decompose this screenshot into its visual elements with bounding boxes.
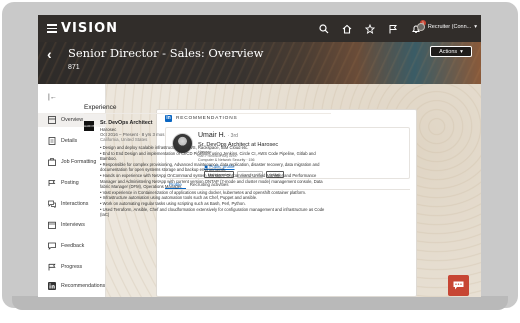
laptop-base	[12, 296, 508, 310]
chat-button[interactable]	[448, 275, 469, 296]
requisition-number: 871	[68, 64, 80, 71]
sidebar-item-job-formatting[interactable]: Job Formatting	[38, 155, 106, 169]
menu-icon[interactable]	[47, 24, 57, 33]
avatar	[416, 23, 425, 31]
search-icon[interactable]	[319, 23, 329, 34]
interactions-icon	[48, 200, 56, 208]
experience-location: California, United States	[100, 137, 148, 142]
experience-bullet: • Hands on experience with NetApp OnComm…	[100, 172, 323, 190]
sidebar-item-label: Feedback	[61, 243, 85, 249]
actions-button[interactable]: Actions ▾	[430, 46, 472, 57]
sidebar-item-details[interactable]: Details	[38, 134, 106, 148]
experience-bullet: • End to End Design and implementation o…	[100, 150, 316, 162]
sidebar: |← Overview Details Job Formatting Posti…	[38, 84, 106, 297]
sidebar-item-label: Overview	[61, 117, 84, 123]
divider	[84, 113, 331, 114]
back-icon[interactable]: ‹	[47, 46, 52, 62]
experience-title: Experience	[84, 104, 117, 111]
interviews-icon	[48, 221, 56, 229]
sidebar-item-label: Job Formatting	[61, 159, 97, 165]
actions-label: Actions	[439, 48, 458, 55]
posting-icon	[48, 179, 56, 187]
sidebar-item-label: Details	[61, 138, 78, 144]
page-header: ‹ Senior Director - Sales: Overview 871 …	[38, 42, 481, 84]
linkedin-icon	[48, 282, 56, 290]
app-screen: VISION 1 Recruiter (Conn... ▾ ‹ Senior D…	[38, 15, 481, 297]
sidebar-item-interactions[interactable]: Interactions	[38, 197, 106, 211]
chevron-down-icon: ▾	[460, 48, 463, 55]
sidebar-item-interviews[interactable]: Interviews	[38, 218, 106, 232]
job-formatting-icon	[48, 158, 56, 166]
feedback-icon	[48, 242, 56, 250]
sidebar-item-label: Posting	[61, 180, 79, 186]
sidebar-item-label: Interviews	[61, 222, 85, 228]
user-menu[interactable]: Recruiter (Conn... ▾	[416, 23, 477, 31]
sidebar-item-progress[interactable]: Progress	[38, 260, 106, 274]
sidebar-item-recommendations[interactable]: Recommendations	[38, 279, 106, 293]
brand-logo: VISION	[61, 21, 119, 36]
overview-icon	[48, 116, 56, 124]
experience-role: Sr. DevOps Architect	[100, 120, 153, 126]
experience-bullet: • Used Terraform, Ansible, Chef and clou…	[100, 206, 325, 218]
star-icon[interactable]	[365, 23, 375, 34]
user-label: Recruiter (Conn...	[427, 24, 472, 30]
collapse-sidebar-icon[interactable]: |←	[48, 94, 57, 101]
top-icons: 1	[319, 15, 426, 42]
chevron-down-icon: ▾	[474, 24, 477, 30]
sidebar-item-label: Recommendations	[61, 283, 106, 289]
company-logo: HAROSEC	[84, 121, 99, 131]
top-bar: VISION 1 Recruiter (Conn... ▾	[38, 15, 481, 42]
progress-icon	[48, 263, 56, 271]
sidebar-item-label: Progress	[61, 264, 83, 270]
details-icon	[48, 137, 56, 145]
flag-icon[interactable]	[388, 24, 398, 34]
experience-entry: Sr. DevOps Architect Harosec Oct 2016 – …	[100, 120, 330, 218]
sidebar-item-feedback[interactable]: Feedback	[38, 239, 106, 253]
chat-icon	[453, 281, 464, 290]
home-icon[interactable]	[342, 24, 352, 34]
experience-bullet: • Responsible for complex provisioning, …	[100, 161, 320, 173]
page-title: Senior Director - Sales: Overview	[68, 46, 264, 60]
sidebar-item-posting[interactable]: Posting	[38, 176, 106, 190]
sidebar-item-label: Interactions	[61, 201, 89, 207]
